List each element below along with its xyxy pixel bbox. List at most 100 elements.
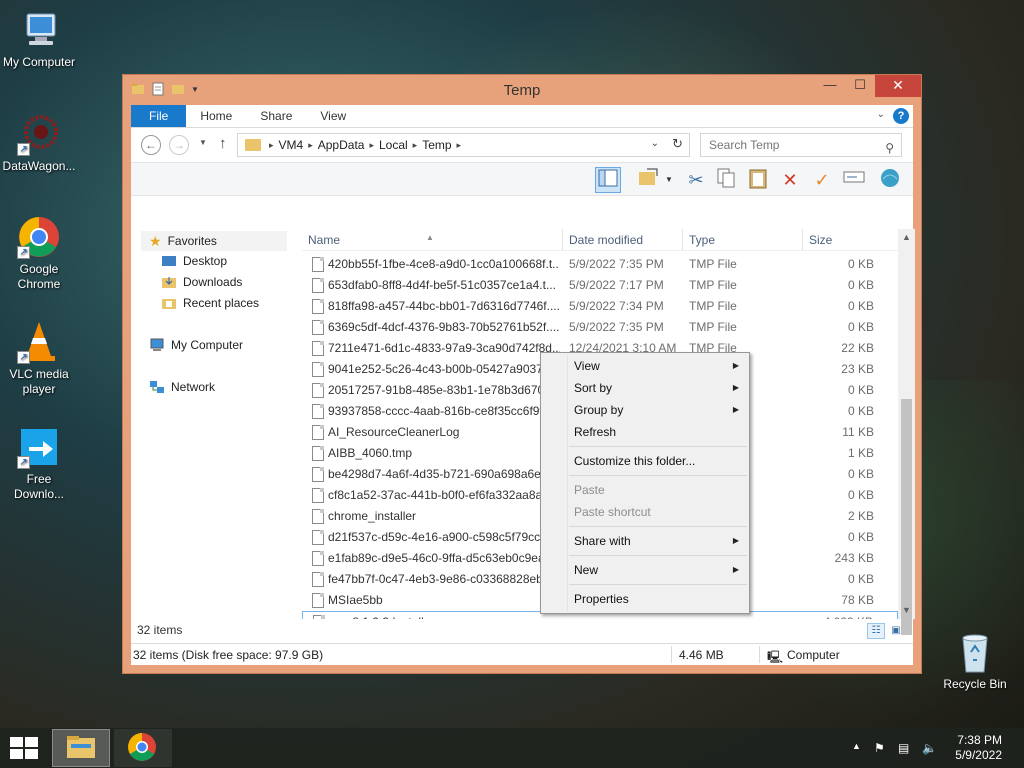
column-date-modified[interactable]: Date modified: [569, 233, 643, 247]
address-dropdown-icon[interactable]: ⌄: [651, 138, 659, 149]
file-type: TMP File: [689, 257, 737, 271]
menu-item-new[interactable]: New: [574, 560, 749, 580]
tab-home[interactable]: Home: [186, 105, 246, 127]
desktop-icon-recycle-bin[interactable]: Recycle Bin: [936, 630, 1014, 692]
menu-item-paste[interactable]: Paste: [574, 480, 749, 500]
file-name: d21f537c-d59c-4e16-a900-c598c5f79cc9: [328, 530, 547, 544]
checkmark-icon[interactable]: ✓: [809, 167, 835, 193]
chrome-icon: ↗: [17, 215, 61, 259]
chevron-down-icon[interactable]: ⌄: [877, 109, 885, 120]
menu-item-view[interactable]: View: [574, 356, 749, 376]
menu-item-paste-shortcut[interactable]: Paste shortcut: [574, 502, 749, 522]
help-icon[interactable]: ?: [893, 108, 909, 124]
breadcrumb-temp[interactable]: Temp: [417, 138, 456, 152]
command-toolbar: ▼ ✂ ✕ ✓: [131, 162, 913, 196]
action-center-flag-icon[interactable]: ⚑: [874, 741, 885, 755]
breadcrumb-local[interactable]: Local: [374, 138, 413, 152]
preview-pane-button[interactable]: [595, 167, 621, 193]
menu-label: New: [574, 563, 599, 577]
open-folder-button[interactable]: [635, 167, 661, 193]
recent-locations-dropdown-icon[interactable]: ▼: [199, 138, 207, 147]
column-divider[interactable]: [802, 229, 803, 251]
breadcrumb-appdata[interactable]: AppData: [313, 138, 370, 152]
context-menu: View ▶ Sort by ▶ Group by ▶ Refresh Cust…: [540, 352, 750, 614]
desktop-icon-label: Google Chrome: [17, 262, 61, 291]
file-row[interactable]: 653dfab0-8ff8-4d4f-be5f-51c0357ce1a4.t..…: [302, 275, 898, 296]
desktop-icon-chrome[interactable]: ↗ Google Chrome: [0, 215, 78, 292]
view-switcher: ☷ ▣: [867, 623, 905, 639]
nav-recent-places[interactable]: Recent places: [161, 296, 259, 310]
clock[interactable]: 7:38 PM 5/9/2022: [955, 733, 1002, 763]
menu-item-sort-by[interactable]: Sort by: [574, 378, 749, 398]
windows-logo-icon: [10, 737, 23, 747]
file-row[interactable]: 420bb55f-1fbe-4ce8-a9d0-1cc0a100668f.t..…: [302, 254, 898, 275]
desktop-icon-my-computer[interactable]: My Computer: [0, 8, 78, 70]
details-view-icon[interactable]: ☷: [867, 623, 885, 639]
column-size[interactable]: Size: [809, 233, 832, 247]
title-bar[interactable]: ▼ Temp — ☐ ✕: [123, 75, 921, 105]
file-icon: [312, 320, 324, 335]
vertical-scrollbar[interactable]: ▲ ▼: [898, 229, 915, 635]
taskbar-chrome[interactable]: [114, 729, 172, 767]
desktop-icon-free-download-manager[interactable]: ↗ Free Downlo...: [0, 425, 78, 502]
breadcrumb-separator-icon[interactable]: ▸: [457, 140, 462, 151]
address-bar[interactable]: ▸ VM4 ▸ AppData ▸ Local ▸ Temp ▸ ⌄ ↻: [237, 133, 690, 157]
volume-muted-icon[interactable]: 🔈: [922, 741, 937, 755]
menu-item-properties[interactable]: Properties: [574, 589, 749, 609]
file-icon: [312, 404, 324, 419]
nav-desktop[interactable]: Desktop: [161, 254, 227, 268]
maximize-button[interactable]: ☐: [845, 75, 875, 97]
tab-file[interactable]: File: [131, 105, 187, 127]
forward-button[interactable]: →: [169, 135, 189, 155]
column-type[interactable]: Type: [689, 233, 715, 247]
globe-icon[interactable]: [877, 167, 903, 193]
minimize-button[interactable]: —: [815, 75, 845, 97]
cut-icon[interactable]: ✂: [683, 167, 709, 193]
nav-downloads[interactable]: Downloads: [161, 275, 242, 289]
tab-share[interactable]: Share: [246, 105, 306, 127]
scroll-down-icon[interactable]: ▼: [898, 602, 915, 619]
file-name: MSIae5bb: [328, 593, 383, 607]
paste-icon[interactable]: [745, 167, 771, 193]
file-row[interactable]: 818ffa98-a457-44bc-bb01-7d6316d7746f....…: [302, 296, 898, 317]
desktop-icon-vlc[interactable]: ↗ VLC media player: [0, 320, 78, 397]
file-size: 22 KB: [841, 341, 874, 355]
folder-dropdown-icon[interactable]: ▼: [665, 175, 673, 184]
start-button[interactable]: [10, 737, 38, 759]
column-name[interactable]: Name: [308, 233, 340, 247]
close-button[interactable]: ✕: [875, 75, 921, 97]
menu-item-group-by[interactable]: Group by: [574, 400, 749, 420]
copy-icon[interactable]: [713, 167, 739, 193]
file-icon: [312, 278, 324, 293]
navigation-pane: ★ Favorites Desktop Downloads Recent pla…: [131, 229, 289, 619]
menu-item-share-with[interactable]: Share with: [574, 531, 749, 551]
menu-item-refresh[interactable]: Refresh: [574, 422, 749, 442]
nav-favorites[interactable]: ★ Favorites: [141, 231, 287, 251]
scroll-up-icon[interactable]: ▲: [898, 229, 915, 246]
column-divider[interactable]: [562, 229, 563, 251]
explorer-window: ▼ Temp — ☐ ✕ File Home Share View ⌄ ? ← …: [122, 74, 922, 674]
up-arrow-icon[interactable]: ↑: [219, 135, 227, 152]
delete-icon[interactable]: ✕: [777, 167, 803, 193]
scrollbar-thumb[interactable]: [901, 399, 912, 635]
nav-my-computer[interactable]: My Computer: [149, 338, 243, 352]
network-icon[interactable]: ▤: [898, 741, 909, 755]
status-bar: 32 items (Disk free space: 97.9 GB) 4.46…: [131, 643, 913, 665]
refresh-icon[interactable]: ↻: [672, 136, 683, 152]
tab-view[interactable]: View: [306, 105, 360, 127]
breadcrumb-vm4[interactable]: VM4: [274, 138, 309, 152]
window-client: File Home Share View ⌄ ? ← → ▼ ↑ ▸ VM4 ▸…: [131, 105, 915, 665]
menu-item-customize-folder[interactable]: Customize this folder...: [574, 451, 749, 471]
show-hidden-icons-icon[interactable]: ▲: [852, 741, 861, 751]
taskbar-file-explorer[interactable]: [52, 729, 110, 767]
rename-icon[interactable]: [841, 167, 867, 193]
column-divider[interactable]: [682, 229, 683, 251]
desktop-icon-datawagon[interactable]: ↗ DataWagon...: [0, 112, 78, 174]
back-button[interactable]: ←: [141, 135, 161, 155]
nav-network[interactable]: Network: [149, 380, 215, 394]
menu-label: Paste: [574, 483, 605, 497]
large-icons-view-icon[interactable]: ▣: [887, 623, 905, 639]
file-icon: [312, 257, 324, 272]
file-row[interactable]: 6369c5df-4dcf-4376-9b83-70b52761b52f....…: [302, 317, 898, 338]
search-input[interactable]: Search Temp ⚲: [700, 133, 902, 157]
